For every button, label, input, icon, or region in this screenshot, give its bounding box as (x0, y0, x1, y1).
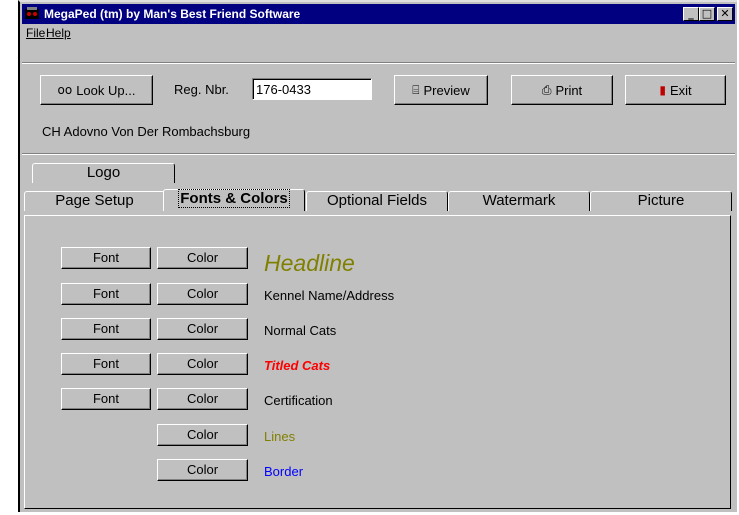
sample-headline: Headline (264, 250, 355, 276)
tab-logo[interactable]: Logo (32, 163, 175, 183)
title-bar[interactable]: MegaPed (tm) by Man's Best Friend Softwa… (22, 4, 735, 24)
tab-watermark[interactable]: Watermark (448, 191, 590, 211)
menu-file[interactable]: File (26, 26, 45, 40)
preview-button[interactable]: ⌸ Preview (394, 75, 488, 105)
color-button-headline[interactable]: Color (157, 247, 248, 269)
menu-separator (22, 62, 735, 64)
exit-button[interactable]: ▮ Exit (625, 75, 726, 105)
font-button-certification[interactable]: Font (61, 388, 151, 410)
minimize-button[interactable]: _ (683, 7, 699, 21)
printer-icon: ⎙ (541, 82, 552, 97)
exit-door-icon: ▮ (659, 83, 666, 97)
font-button-kennel-name-address[interactable]: Font (61, 283, 151, 305)
sample-titled-cats: Titled Cats (264, 358, 331, 373)
preview-icon: ⌸ (412, 82, 420, 97)
maximize-button[interactable]: □ (699, 7, 715, 21)
reg-number-label: Reg. Nbr. (174, 82, 229, 97)
subject-name: CH Adovno Von Der Rombachsburg (42, 124, 251, 139)
color-button-border[interactable]: Color (157, 459, 248, 481)
print-label: Print (555, 82, 583, 98)
tab-optional-fields-label: Optional Fields (326, 192, 428, 209)
print-button[interactable]: ⎙ Print (511, 75, 613, 105)
tab-page-setup[interactable]: Page Setup (24, 191, 165, 211)
menu-help-label: Help (46, 26, 71, 40)
exit-label: Exit (669, 82, 692, 98)
header-separator (22, 153, 735, 155)
sample-border: Border (264, 464, 304, 479)
font-button-headline[interactable]: Font (61, 247, 151, 269)
color-button-normal-cats[interactable]: Color (157, 318, 248, 340)
tab-picture-label: Picture (637, 192, 685, 209)
color-button-lines[interactable]: Color (157, 424, 248, 446)
tab-watermark-label: Watermark (482, 192, 556, 209)
sample-normal-cats: Normal Cats (264, 323, 337, 338)
menu-file-label: File (26, 26, 46, 40)
tab-fonts-colors[interactable]: Fonts & Colors (163, 189, 305, 211)
color-button-certification[interactable]: Color (157, 388, 248, 410)
app-window: MegaPed (tm) by Man's Best Friend Softwa… (18, 0, 737, 512)
color-button-titled-cats[interactable]: Color (157, 353, 248, 375)
menu-bar: File Help (22, 24, 735, 42)
preview-label: Preview (423, 82, 470, 98)
tab-page-setup-label: Page Setup (55, 192, 134, 209)
sample-lines: Lines (264, 429, 296, 444)
desktop-margin (0, 0, 18, 515)
menu-help[interactable]: Help (46, 26, 71, 40)
window-title: MegaPed (tm) by Man's Best Friend Softwa… (44, 7, 301, 21)
tab-picture[interactable]: Picture (590, 191, 732, 211)
sample-kennel-name-address: Kennel Name/Address (264, 288, 395, 303)
lookup-label: Look Up... (76, 82, 136, 98)
font-button-normal-cats[interactable]: Font (61, 318, 151, 340)
close-button[interactable]: ✕ (717, 7, 733, 21)
font-button-titled-cats[interactable]: Font (61, 353, 151, 375)
color-button-kennel-name-address[interactable]: Color (157, 283, 248, 305)
reg-number-input[interactable] (252, 78, 372, 100)
tab-logo-label: Logo (86, 164, 121, 181)
glasses-icon: oo (57, 83, 73, 97)
tab-fonts-colors-label: Fonts & Colors (178, 189, 290, 208)
tab-optional-fields[interactable]: Optional Fields (306, 191, 448, 211)
sample-certification: Certification (264, 393, 333, 408)
lookup-button[interactable]: oo Look Up... (40, 75, 153, 105)
app-icon (25, 7, 39, 19)
